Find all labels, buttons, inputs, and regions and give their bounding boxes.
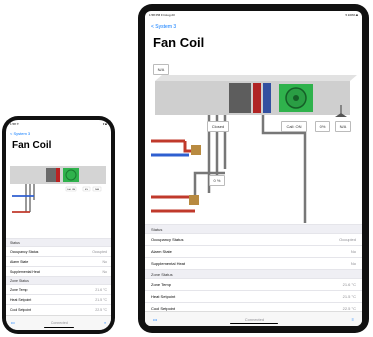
- row-value: 21.6 °C: [95, 287, 107, 292]
- pipes: [25, 184, 35, 212]
- row-label: Heat Setpoint: [10, 297, 32, 302]
- menu-button[interactable]: ≡: [104, 321, 106, 325]
- valve-position[interactable]: 0 %: [209, 175, 225, 186]
- phone-screen: 1:58 ✈ ▾ ■ < System 3 Fan Coil Call: ON …: [6, 120, 111, 330]
- row-value: 22.5 °C: [95, 307, 107, 312]
- row-value: No: [350, 261, 356, 266]
- connection-status: Connected: [244, 316, 265, 322]
- row-label: Alarm State: [10, 259, 29, 264]
- row-label: Supplemental Heat: [151, 261, 186, 266]
- row-value: 21.5 °C: [342, 294, 356, 299]
- section-header-status: Status: [145, 224, 362, 233]
- na-label: N/A: [95, 188, 99, 191]
- row-label: Alarm State: [151, 249, 172, 254]
- list-item[interactable]: Alarm State No: [145, 245, 362, 257]
- phone-list: Status Occupancy Status Occupied Alarm St…: [6, 238, 111, 314]
- connection-status: Connected: [50, 321, 68, 325]
- fan-coil-diagram: [151, 75, 357, 223]
- section-header-zone: Zone Status: [145, 269, 362, 278]
- row-label: Occupancy Status: [151, 237, 184, 242]
- row-label: Occupancy Status: [10, 249, 39, 254]
- phone-device: 1:58 ✈ ▾ ■ < System 3 Fan Coil Call: ON …: [2, 116, 115, 334]
- sensor-value[interactable]: N/A: [335, 121, 351, 132]
- row-label: Supplemental Heat: [10, 269, 40, 274]
- list-item[interactable]: Supplemental Heat No: [6, 266, 111, 276]
- row-value: Occupied: [92, 249, 107, 254]
- row-value: No: [102, 259, 107, 264]
- tablet-screen: 1:58 PM Fri Aug 23 ▾ 100% ■ < System 3 F…: [145, 11, 362, 326]
- row-label: Zone Temp: [10, 287, 28, 292]
- list-item[interactable]: Heat Setpoint 21.5 °C: [145, 290, 362, 302]
- more-button[interactable]: •••: [153, 317, 157, 322]
- section-header-label: Status: [10, 240, 20, 245]
- valve-icon: [191, 145, 201, 155]
- heating-coil: [253, 83, 261, 113]
- list-item[interactable]: Supplemental Heat No: [145, 257, 362, 269]
- call-status[interactable]: Call: ON: [281, 121, 307, 132]
- row-value: Occupied: [339, 237, 356, 242]
- filter: [46, 168, 56, 182]
- home-indicator[interactable]: [230, 322, 278, 324]
- filter: [229, 83, 251, 113]
- heating-coil: [56, 168, 60, 182]
- list-item[interactable]: Occupancy Status Occupied: [145, 233, 362, 245]
- tablet-status-bar: 1:58 PM Fri Aug 23 ▾ 100% ■: [145, 11, 362, 19]
- fan-percent[interactable]: 0%: [315, 121, 330, 132]
- back-button[interactable]: < System 3: [151, 24, 176, 30]
- section-header-label: Status: [151, 226, 163, 232]
- list-item[interactable]: Cool Setpoint 22.5 °C: [6, 304, 111, 314]
- valve-status[interactable]: Closed: [207, 121, 229, 132]
- fan-coil-diagram: Call: ON 0% N/A: [10, 166, 106, 213]
- section-header-zone: Zone Status: [6, 276, 111, 284]
- duct-top: [155, 75, 357, 81]
- call-label: Call: ON: [67, 189, 76, 191]
- duct: [155, 81, 350, 115]
- tablet-time: 1:58 PM Fri Aug 23: [149, 13, 175, 17]
- row-label: Heat Setpoint: [151, 294, 176, 299]
- home-indicator[interactable]: [44, 326, 74, 328]
- row-value: No: [102, 269, 107, 274]
- list-item[interactable]: Zone Temp 21.6 °C: [6, 284, 111, 294]
- row-label: Cool Setpoint: [10, 307, 32, 312]
- list-item[interactable]: Alarm State No: [6, 256, 111, 266]
- section-header-label: Zone Status: [10, 278, 29, 283]
- list-item[interactable]: Zone Temp 21.6 °C: [145, 278, 362, 290]
- tablet-status-icons: ▾ 100% ■: [345, 13, 358, 17]
- cooling-coil: [263, 83, 271, 113]
- valve-icon-lower: [189, 195, 199, 205]
- row-value: 21.6 °C: [342, 282, 356, 287]
- row-value: No: [350, 249, 356, 254]
- menu-button[interactable]: ≡: [352, 317, 354, 322]
- section-header-status: Status: [6, 238, 111, 246]
- more-button[interactable]: •••: [11, 321, 15, 325]
- phone-time: 1:58 ✈: [10, 122, 20, 126]
- percent-label: 0%: [85, 189, 88, 191]
- tablet-device: 1:58 PM Fri Aug 23 ▾ 100% ■ < System 3 F…: [138, 4, 369, 333]
- section-header-label: Zone Status: [151, 271, 173, 277]
- row-label: Zone Temp: [151, 282, 171, 287]
- page-title: Fan Coil: [153, 35, 205, 50]
- back-button[interactable]: < System 3: [10, 131, 30, 136]
- list-item[interactable]: Occupancy Status Occupied: [6, 246, 111, 256]
- page-title: Fan Coil: [12, 140, 52, 151]
- tablet-list: Status Occupancy Status Occupied Alarm St…: [145, 224, 362, 314]
- phone-status-bar: 1:58 ✈ ▾ ■: [6, 120, 111, 128]
- fan-hub: [293, 95, 299, 101]
- list-item[interactable]: Heat Setpoint 21.5 °C: [6, 294, 111, 304]
- row-value: 21.5 °C: [95, 297, 107, 302]
- phone-status-icons: ▾ ■: [102, 122, 107, 126]
